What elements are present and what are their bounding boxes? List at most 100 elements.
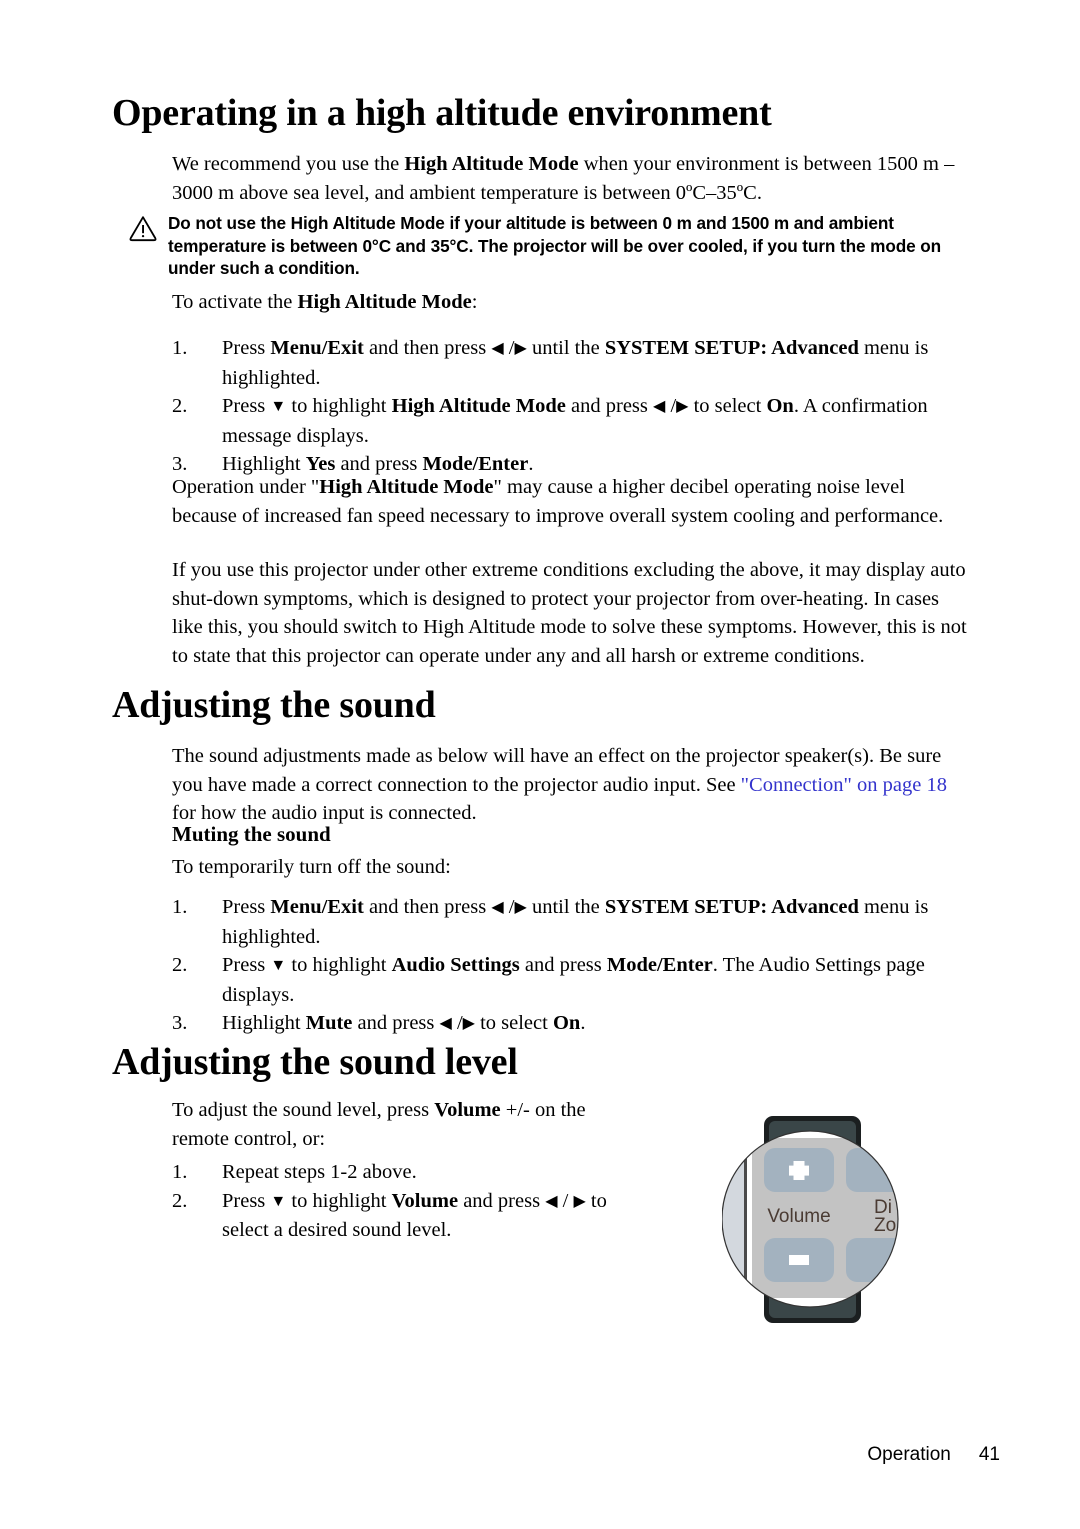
- step-number: 2.: [172, 395, 188, 417]
- remote-control-volume-illustration: Volume Di Zo: [721, 1112, 922, 1327]
- sound-level-step: 2. Press ▼ to highlight Volume and press …: [172, 1187, 622, 1245]
- sound-level-step: 1. Repeat steps 1-2 above.: [172, 1158, 622, 1187]
- paragraph-sound-intro: The sound adjustments made as below will…: [172, 742, 972, 828]
- step-plain-text: Highlight: [222, 453, 306, 475]
- step-plain-text: to highlight: [286, 954, 392, 976]
- link-connection-page-18[interactable]: "Connection" on page 18: [741, 774, 947, 796]
- step-plain-text: /: [665, 395, 677, 417]
- direction-arrow-icon: ▶: [573, 1192, 586, 1210]
- step-plain-text: until the: [526, 896, 605, 918]
- direction-arrow-icon: ◀: [491, 340, 504, 357]
- step-plain-text: and press: [519, 954, 607, 976]
- step-emphasis: Mute: [305, 1012, 353, 1034]
- step-emphasis: On: [766, 395, 794, 417]
- step-number: 1.: [172, 337, 188, 359]
- step-plain-text: .: [580, 1012, 586, 1034]
- muting-step: 1. Press Menu/Exit and then press ◀ /▶ un…: [172, 893, 977, 951]
- step-text: Press Menu/Exit and then press ◀ /▶ unti…: [222, 893, 977, 951]
- step-plain-text: /: [503, 337, 515, 359]
- step-plain-text: Press: [222, 954, 271, 976]
- direction-arrow-icon: ◀: [439, 1015, 452, 1032]
- step-plain-text: until the: [526, 337, 605, 359]
- step-text: Press Menu/Exit and then press ◀ /▶ unti…: [222, 334, 977, 392]
- sound-intro-post: for how the audio input is connected.: [172, 802, 477, 824]
- note-pre: Operation under ": [172, 476, 320, 498]
- step-plain-text: to select: [474, 1012, 553, 1034]
- step-emphasis: Mode/Enter: [606, 954, 713, 976]
- direction-arrow-icon: ▼: [270, 1192, 287, 1210]
- step-emphasis: Menu/Exit: [270, 337, 364, 359]
- step-text: Press ▼ to highlight High Altitude Mode …: [222, 392, 977, 450]
- step-plain-text: and press: [335, 453, 423, 475]
- direction-arrow-icon: ◀: [653, 398, 666, 415]
- step-plain-text: and then press: [363, 896, 492, 918]
- manual-page: Operating in a high altitude environment…: [0, 0, 1080, 1529]
- step-plain-text: to highlight: [286, 1189, 392, 1212]
- steps-list-muting: 1. Press Menu/Exit and then press ◀ /▶ un…: [172, 893, 977, 1039]
- activate-bold: High Altitude Mode: [297, 291, 472, 313]
- activate-pre: To activate the: [172, 291, 298, 313]
- step-plain-text: Highlight: [222, 1012, 306, 1034]
- step-number: 3.: [172, 1012, 188, 1034]
- step-plain-text: Press: [222, 1189, 271, 1212]
- direction-arrow-icon: ▶: [462, 1015, 475, 1032]
- step-plain-text: Repeat steps 1-2 above.: [222, 1161, 417, 1183]
- subheading-muting-the-sound: Muting the sound: [172, 822, 331, 846]
- intro-text-pre: We recommend you use the: [172, 153, 405, 175]
- step-text: Press ▼ to highlight Audio Settings and …: [222, 951, 977, 1009]
- paragraph-activate-lead: To activate the High Altitude Mode:: [172, 288, 972, 317]
- high-altitude-step: 1. Press Menu/Exit and then press ◀ /▶ un…: [172, 334, 977, 392]
- steps-list-sound-level: 1. Repeat steps 1-2 above. 2. Press ▼ to hi…: [172, 1158, 622, 1245]
- step-plain-text: Press: [222, 395, 271, 417]
- step-plain-text: and press: [352, 1012, 440, 1034]
- step-plain-text: /: [557, 1189, 574, 1212]
- note-bold: High Altitude Mode: [319, 476, 494, 498]
- heading-high-altitude: Operating in a high altitude environment: [112, 92, 772, 134]
- paragraph-extreme-conditions: If you use this projector under other ex…: [172, 559, 967, 667]
- page-footer: Operation 41: [0, 1444, 1000, 1466]
- footer-section-name: Operation: [867, 1444, 951, 1465]
- step-text: Repeat steps 1-2 above.: [222, 1158, 622, 1187]
- step-plain-text: to highlight: [286, 395, 392, 417]
- muting-step: 2. Press ▼ to highlight Audio Settings an…: [172, 951, 977, 1009]
- high-altitude-step: 2. Press ▼ to highlight High Altitude Mod…: [172, 392, 977, 450]
- step-emphasis: Audio Settings: [391, 954, 520, 976]
- direction-arrow-icon: ▼: [270, 398, 287, 415]
- step-text: Highlight Mute and press ◀ /▶ to select …: [222, 1009, 977, 1039]
- level-lead-bold: Volume: [434, 1099, 501, 1121]
- paragraph-mute-lead: To temporarily turn off the sound:: [172, 856, 451, 878]
- volume-label: Volume: [767, 1206, 830, 1227]
- step-plain-text: and then press: [363, 337, 492, 359]
- heading-adjusting-sound: Adjusting the sound: [112, 684, 436, 726]
- step-number: 1.: [172, 1161, 188, 1183]
- muting-step: 3. Highlight Mute and press ◀ /▶ to selec…: [172, 1009, 977, 1039]
- direction-arrow-icon: ▶: [676, 398, 689, 415]
- step-number: 2.: [172, 954, 188, 976]
- step-plain-text: .: [528, 453, 534, 475]
- activate-post: :: [471, 291, 478, 313]
- step-plain-text: /: [503, 896, 515, 918]
- paragraph-high-altitude-intro: We recommend you use the High Altitude M…: [172, 150, 972, 207]
- step-plain-text: and press: [458, 1189, 546, 1212]
- step-emphasis: Mode/Enter: [422, 453, 529, 475]
- step-emphasis: SYSTEM SETUP: Advanced: [604, 896, 859, 918]
- right-key-upper: [846, 1148, 898, 1192]
- level-lead-pre: To adjust the sound level, press: [172, 1099, 435, 1121]
- step-number: 2.: [172, 1189, 188, 1212]
- step-number: 1.: [172, 896, 188, 918]
- step-emphasis: High Altitude Mode: [391, 395, 566, 417]
- direction-arrow-icon: ▼: [270, 957, 287, 974]
- step-plain-text: Press: [222, 896, 271, 918]
- paragraph-sound-level-lead: To adjust the sound level, press Volume …: [172, 1096, 622, 1153]
- warning-triangle-icon: [128, 214, 158, 242]
- footer-page-number: 41: [978, 1444, 1000, 1465]
- direction-arrow-icon: ◀: [545, 1192, 558, 1210]
- step-plain-text: and press: [565, 395, 653, 417]
- heading-adjusting-sound-level: Adjusting the sound level: [112, 1041, 518, 1083]
- step-emphasis: SYSTEM SETUP: Advanced: [604, 337, 859, 359]
- step-plain-text: Press: [222, 337, 271, 359]
- right-key-lower: [846, 1238, 898, 1282]
- side-label-line2: Zo: [874, 1215, 896, 1236]
- step-plain-text: /: [451, 1012, 463, 1034]
- step-emphasis: Volume: [391, 1189, 459, 1212]
